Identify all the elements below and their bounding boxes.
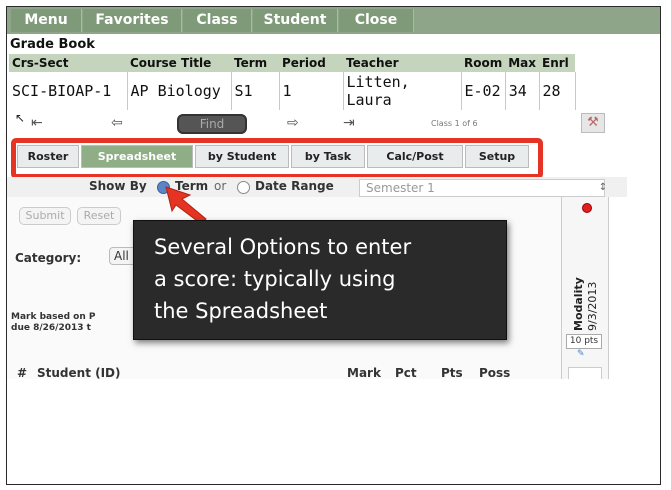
callout-line-1: Several Options to enter (154, 235, 412, 259)
mark-based-line-2: due 8/26/2013 t (11, 323, 91, 333)
last-class-icon[interactable]: ⇥ (343, 115, 355, 131)
callout-line-2: a score: typically using (154, 267, 396, 291)
col-max: Max (505, 54, 540, 72)
find-button[interactable]: Find (177, 114, 247, 134)
course-table: Crs-Sect Course Title Term Period Teache… (9, 54, 576, 110)
first-class-icon[interactable]: ⇤ (31, 115, 43, 131)
cell-teacher: Litten, Laura (343, 72, 462, 110)
semester-select-value: Semester 1 (366, 181, 435, 195)
student-table-header: # Student (ID) Mark Pct Pts Poss (11, 366, 611, 379)
menu-item-favorites[interactable]: Favorites (83, 9, 182, 32)
status-dot-icon (582, 203, 592, 213)
assignment-name: Modality (572, 277, 585, 331)
class-of-indicator: Class 1 of 6 (431, 119, 478, 128)
menu-item-class[interactable]: Class (183, 9, 252, 32)
gradebook-screen: Menu Favorites Class Student Close Grade… (7, 7, 660, 379)
col-student-id: Student (ID) (37, 366, 121, 379)
cell-course-title: AP Biology (127, 72, 232, 110)
col-teacher: Teacher (343, 54, 461, 72)
instruction-callout: Several Options to enter a score: typica… (133, 220, 507, 340)
menu-item-student[interactable]: Student (253, 9, 338, 32)
callout-line-3: the Spreadsheet (154, 299, 328, 323)
menu-bar: Menu Favorites Class Student Close (7, 7, 660, 34)
mark-based-line-1: Mark based on P (11, 312, 96, 322)
col-number: # (17, 366, 28, 379)
tabs-highlight-box (11, 138, 543, 179)
submit-button[interactable]: Submit (19, 207, 71, 225)
col-mark: Mark (347, 366, 381, 379)
assignment-column[interactable]: Modality 9/3/2013 10 pts ✎ (561, 197, 609, 379)
col-term: Term (231, 54, 279, 72)
col-pts: Pts (441, 366, 463, 379)
cell-period: 1 (279, 72, 344, 110)
show-by-label: Show By (89, 179, 147, 193)
select-arrows-icon: ↕ (598, 182, 608, 193)
col-poss: Poss (479, 366, 511, 379)
callout-pointer-icon (165, 186, 207, 224)
cell-room: E-02 (461, 72, 506, 110)
date-range-label: Date Range (255, 179, 334, 193)
class-navigation: ↖ ⇤ ⇦ Find ⇨ ⇥ Class 1 of 6 ⚒ (7, 111, 660, 134)
screenshot-frame: Menu Favorites Class Student Close Grade… (6, 6, 661, 485)
table-row[interactable]: SCI-BIOAP-1 AP Biology S1 1 Litten, Laur… (9, 72, 576, 110)
assignment-points: 10 pts (566, 334, 602, 349)
tools-icon[interactable]: ⚒ (581, 113, 605, 133)
show-by-row: Show By Term or Date Range Semester 1 ↕ (7, 177, 627, 197)
date-range-radio[interactable] (237, 181, 250, 194)
or-label: or (214, 179, 227, 193)
category-label: Category: (15, 251, 82, 265)
col-room: Room (461, 54, 506, 72)
cell-max: 34 (505, 72, 540, 110)
cell-crs-sect: SCI-BIOAP-1 (9, 72, 128, 110)
next-class-icon[interactable]: ⇨ (287, 115, 299, 131)
assignment-header: Modality 9/3/2013 (572, 277, 599, 331)
col-pct: Pct (395, 366, 417, 379)
edit-pencil-icon[interactable]: ✎ (577, 349, 585, 359)
col-crs-sect: Crs-Sect (9, 54, 127, 72)
cell-enrl: 28 (539, 72, 576, 110)
cell-term: S1 (231, 72, 280, 110)
mark-based-note: Mark based on P due 8/26/2013 t (11, 312, 95, 334)
previous-class-icon[interactable]: ⇦ (111, 115, 123, 131)
col-enrl: Enrl (539, 54, 576, 72)
menu-item-menu[interactable]: Menu (11, 9, 82, 32)
reset-button[interactable]: Reset (77, 207, 121, 225)
col-course-title: Course Title (127, 54, 231, 72)
assignment-date: 9/3/2013 (586, 282, 599, 331)
menu-item-close[interactable]: Close (339, 9, 414, 32)
col-period: Period (279, 54, 343, 72)
page-title: Grade Book (10, 37, 95, 52)
semester-select[interactable]: Semester 1 ↕ (359, 179, 607, 197)
mouse-cursor-icon: ↖ (15, 111, 26, 125)
course-table-header: Crs-Sect Course Title Term Period Teache… (9, 54, 576, 72)
